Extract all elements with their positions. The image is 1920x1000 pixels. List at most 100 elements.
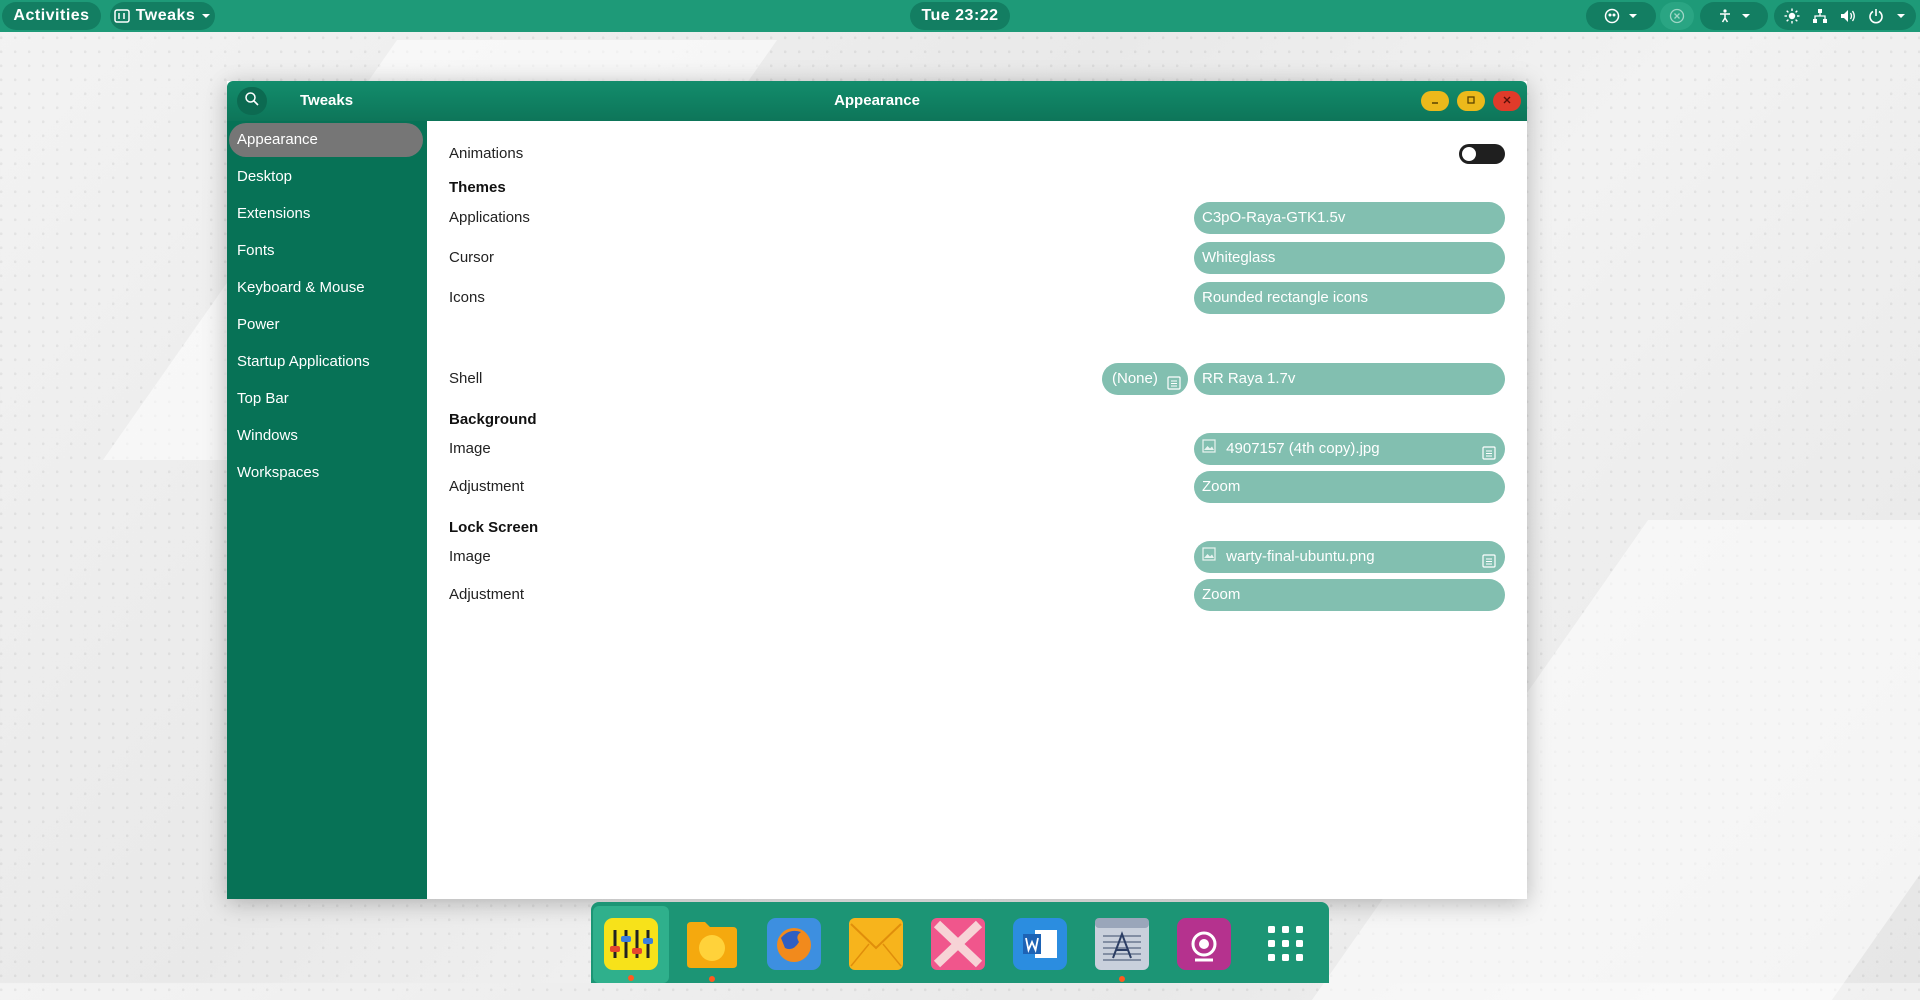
sidebar-item-power[interactable]: Power (229, 308, 423, 342)
lock-adjustment-value: Zoom (1202, 586, 1241, 603)
sidebar-item-windows[interactable]: Windows (229, 419, 423, 453)
sidebar-item-label: Power (237, 316, 280, 333)
sidebar-item-fonts[interactable]: Fonts (229, 234, 423, 268)
cursor-theme-select[interactable]: Whiteglass (1194, 242, 1505, 274)
applications-theme-value: C3pO-Raya-GTK1.5v (1202, 209, 1346, 226)
themes-heading: Themes (449, 179, 506, 196)
dock (591, 902, 1329, 983)
applications-theme-select[interactable]: C3pO-Raya-GTK1.5v (1194, 202, 1505, 234)
app-menu-button[interactable]: Tweaks (110, 2, 215, 30)
sidebar-item-workspaces[interactable]: Workspaces (229, 456, 423, 490)
background-image-value: 4907157 (4th copy).jpg (1226, 440, 1380, 457)
close-button[interactable] (1493, 91, 1521, 111)
chevron-down-icon (1628, 12, 1638, 20)
icons-theme-value: Rounded rectangle icons (1202, 289, 1368, 306)
background-image-label: Image (449, 440, 491, 457)
sidebar-item-appearance[interactable]: Appearance (229, 123, 423, 157)
clock-button[interactable]: Tue 23:22 (910, 2, 1010, 30)
activities-label: Activities (13, 7, 90, 24)
dock-item-text-editor[interactable] (1095, 918, 1149, 982)
shell-theme-value: RR Raya 1.7v (1202, 370, 1296, 387)
lock-adjustment-select[interactable]: Zoom (1194, 579, 1505, 611)
animations-label: Animations (449, 145, 524, 162)
system-menu[interactable] (1774, 2, 1916, 30)
maximize-button[interactable] (1457, 91, 1485, 111)
sidebar-item-startup-applications[interactable]: Startup Applications (229, 345, 423, 379)
dock-item-mail[interactable] (849, 918, 903, 970)
sidebar-item-label: Workspaces (237, 464, 320, 481)
dock-item-files[interactable] (685, 918, 739, 982)
activities-button[interactable]: Activities (2, 2, 101, 30)
icons-label: Icons (449, 289, 485, 306)
minimize-button[interactable] (1421, 91, 1449, 111)
sidebar-item-label: Appearance (237, 131, 318, 148)
lock-image-label: Image (449, 548, 491, 565)
appearance-panel: Animations Themes Applications C3pO-Raya… (427, 121, 1527, 899)
sidebar-item-label: Keyboard & Mouse (237, 279, 365, 296)
sidebar-item-label: Windows (237, 427, 298, 444)
cursor-label: Cursor (449, 249, 495, 266)
chevron-down-icon (201, 12, 211, 20)
word-icon (1013, 918, 1067, 970)
dock-item-app-grid[interactable] (1259, 918, 1313, 970)
running-indicator (628, 975, 634, 981)
keyboard-layout-menu[interactable] (1586, 2, 1656, 30)
folder-icon (687, 922, 737, 968)
sidebar-item-label: Fonts (237, 242, 275, 259)
dock-item-screenshot[interactable] (1177, 918, 1231, 970)
accessibility-icon (1717, 8, 1733, 24)
dock-item-x-app[interactable] (931, 918, 985, 970)
sidebar-item-label: Top Bar (237, 390, 289, 407)
lock-adjustment-label: Adjustment (449, 586, 525, 603)
brightness-icon (1784, 8, 1800, 24)
status-indicator[interactable] (1660, 2, 1694, 30)
window-title: Appearance (834, 92, 920, 109)
sidebar-item-label: Startup Applications (237, 353, 370, 370)
top-bar: Activities Tweaks Tue 23:22 (0, 0, 1920, 32)
sidebar-item-keyboard-mouse[interactable]: Keyboard & Mouse (229, 271, 423, 305)
lock-screen-heading: Lock Screen (449, 519, 539, 536)
document-icon (1481, 549, 1497, 581)
clock-label: Tue 23:22 (921, 7, 999, 24)
app-grid-icon (1268, 926, 1303, 961)
sidebar: Appearance Desktop Extensions Fonts Keyb… (227, 121, 427, 899)
shell-theme-select[interactable]: RR Raya 1.7v (1194, 363, 1505, 395)
chevron-down-icon (1741, 12, 1751, 20)
tweaks-app-icon (113, 8, 130, 24)
background-image-chooser[interactable]: 4907157 (4th copy).jpg (1194, 433, 1505, 465)
mail-icon (849, 918, 903, 970)
shell-none-label: (None) (1112, 370, 1158, 387)
dock-item-firefox[interactable] (767, 918, 821, 970)
shell-file-chooser[interactable]: (None) (1102, 363, 1188, 395)
background-adjustment-value: Zoom (1202, 478, 1241, 495)
volume-icon (1840, 8, 1856, 24)
shell-label: Shell (449, 370, 483, 387)
background-adjustment-select[interactable]: Zoom (1194, 471, 1505, 503)
x-app-icon (931, 918, 985, 970)
tweaks-window: Tweaks Appearance Appearance Desktop Ext… (227, 81, 1527, 899)
sidebar-item-label: Desktop (237, 168, 293, 185)
sidebar-item-top-bar[interactable]: Top Bar (229, 382, 423, 416)
lock-image-chooser[interactable]: warty-final-ubuntu.png (1194, 541, 1505, 573)
background-heading: Background (449, 411, 537, 428)
image-icon (1202, 433, 1216, 465)
document-icon (1481, 441, 1497, 473)
close-icon (1502, 92, 1512, 110)
app-menu-label: Tweaks (135, 7, 196, 24)
cursor-theme-value: Whiteglass (1202, 249, 1276, 266)
applications-label: Applications (449, 209, 530, 226)
running-indicator (709, 976, 715, 982)
firefox-icon (767, 918, 821, 970)
animations-toggle[interactable] (1459, 144, 1505, 164)
window-titlebar[interactable]: Tweaks Appearance (227, 81, 1527, 121)
document-icon (1166, 371, 1182, 403)
chevron-down-icon (1896, 12, 1906, 20)
screenshot-icon (1177, 918, 1231, 970)
sidebar-item-desktop[interactable]: Desktop (229, 160, 423, 194)
sidebar-item-extensions[interactable]: Extensions (229, 197, 423, 231)
lock-image-value: warty-final-ubuntu.png (1226, 548, 1375, 565)
accessibility-menu[interactable] (1700, 2, 1768, 30)
icons-theme-select[interactable]: Rounded rectangle icons (1194, 282, 1505, 314)
dock-item-tweaks[interactable] (593, 906, 669, 983)
dock-item-word[interactable] (1013, 918, 1067, 970)
